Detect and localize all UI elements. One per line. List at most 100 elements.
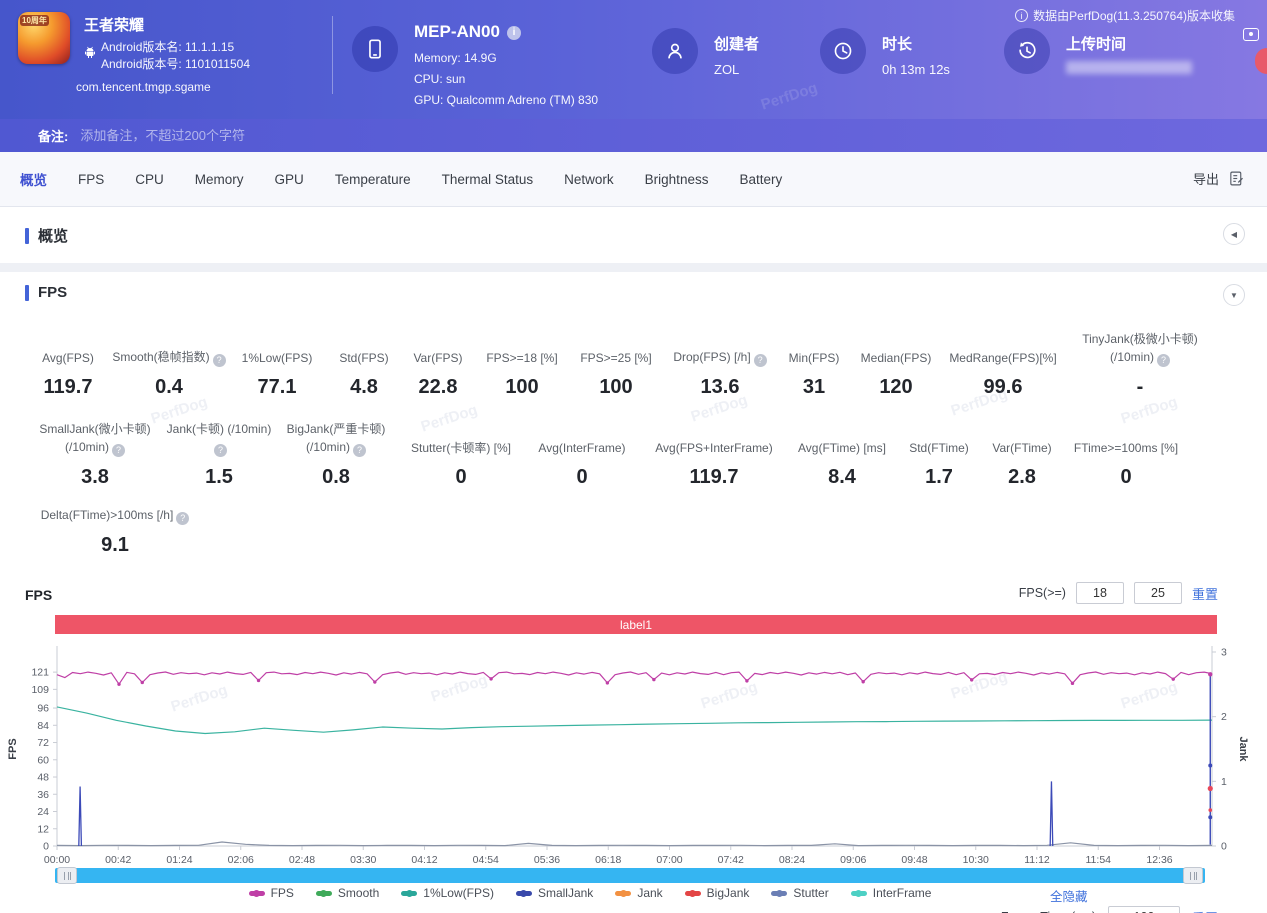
help-icon[interactable] — [176, 512, 189, 525]
legend-label: Jank — [637, 886, 662, 900]
chart-label-band[interactable]: label1 — [55, 615, 1217, 634]
metric-1pct-low: 1%Low(FPS)77.1 — [227, 349, 327, 399]
fps-metrics-row2: SmallJank(微小卡顿) (/10min)3.8 Jank(卡顿) (/1… — [25, 420, 1189, 489]
fps-chart-title: FPS — [25, 587, 52, 603]
upload-time-redacted — [1066, 61, 1192, 74]
ftime-threshold-input[interactable] — [1108, 906, 1180, 913]
overview-section: 概览 ◀ — [0, 207, 1267, 263]
fps-threshold-input-2[interactable] — [1134, 582, 1182, 604]
help-icon[interactable] — [214, 444, 227, 457]
metric-stutter: Stutter(卡顿率) [%]0 — [399, 439, 523, 489]
collect-version-note: 数据由PerfDog(11.3.250764)版本收集 — [1015, 7, 1235, 24]
legend-item-interframe[interactable]: InterFrame — [851, 886, 932, 900]
svg-text:FPS: FPS — [7, 738, 19, 759]
help-icon[interactable] — [1157, 354, 1170, 367]
legend-label: BigJank — [707, 886, 750, 900]
duration-value: 0h 13m 12s — [882, 62, 950, 77]
fps-metrics-row1: Avg(FPS)119.7 Smooth(稳帧指数)0.4 1%Low(FPS)… — [25, 330, 1215, 399]
legend-item-stutter[interactable]: Stutter — [771, 886, 828, 900]
svg-text:0: 0 — [43, 841, 49, 853]
svg-text:05:36: 05:36 — [534, 854, 560, 866]
tab-gpu[interactable]: GPU — [275, 172, 304, 187]
metric-var-ftime: Var(FTime)2.8 — [981, 439, 1063, 489]
fps-threshold-input-1[interactable] — [1076, 582, 1124, 604]
android-icon — [84, 46, 96, 64]
help-icon[interactable] — [754, 354, 767, 367]
tab-cpu[interactable]: CPU — [135, 172, 164, 187]
section-divider — [0, 263, 1267, 272]
fps-chart-canvas[interactable]: 012243648607284961091210123FPSJank00:000… — [0, 638, 1267, 870]
tab-network[interactable]: Network — [564, 172, 614, 187]
ftime-threshold-controls: Frame Time (ms) 重置 — [1001, 906, 1218, 913]
help-icon[interactable] — [112, 444, 125, 457]
svg-text:72: 72 — [37, 737, 49, 749]
tab-overview[interactable]: 概览 — [20, 169, 47, 189]
svg-text:3: 3 — [1221, 647, 1227, 659]
device-memory: Memory: 14.9G — [414, 51, 497, 65]
help-icon[interactable] — [213, 354, 226, 367]
export-button[interactable]: 导出 — [1193, 169, 1245, 188]
collapse-left-icon: ◀ — [1231, 230, 1237, 239]
tab-fps[interactable]: FPS — [78, 172, 104, 187]
legend-label: Smooth — [338, 886, 379, 900]
tab-brightness[interactable]: Brightness — [645, 172, 709, 187]
svg-text:07:00: 07:00 — [656, 854, 682, 866]
info-icon — [1015, 9, 1028, 22]
note-input[interactable] — [80, 128, 780, 143]
legend-item-bigjank[interactable]: BigJank — [685, 886, 750, 900]
android-version-code: Android版本号: 1101011504 — [101, 55, 250, 72]
hide-all-link[interactable]: 全隐藏 — [1050, 886, 1088, 905]
duration-icon — [820, 28, 866, 74]
svg-text:109: 109 — [31, 684, 49, 696]
heading-accent-bar — [25, 285, 29, 301]
metric-smalljank: SmallJank(微小卡顿) (/10min)3.8 — [25, 420, 165, 489]
export-label: 导出 — [1193, 169, 1219, 188]
upload-time-label: 上传时间 — [1066, 33, 1126, 54]
tab-thermal-status[interactable]: Thermal Status — [442, 172, 534, 187]
metric-avg-fps-interframe: Avg(FPS+InterFrame)119.7 — [641, 439, 787, 489]
tab-battery[interactable]: Battery — [739, 172, 782, 187]
svg-text:12: 12 — [37, 823, 49, 835]
svg-text:121: 121 — [31, 667, 49, 679]
creator-value: ZOL — [714, 62, 739, 77]
collect-version-text: 数据由PerfDog(11.3.250764)版本收集 — [1033, 7, 1235, 24]
svg-text:1: 1 — [1221, 776, 1227, 788]
svg-text:09:06: 09:06 — [840, 854, 866, 866]
tab-temperature[interactable]: Temperature — [335, 172, 411, 187]
legend-item-smooth[interactable]: Smooth — [316, 886, 379, 900]
device-info-icon[interactable] — [507, 26, 521, 40]
collapse-down-icon: ▼ — [1230, 291, 1238, 300]
fps-chart[interactable]: 012243648607284961091210123FPSJank00:000… — [0, 638, 1267, 870]
fps-heading: FPS — [25, 284, 67, 301]
svg-text:12:36: 12:36 — [1146, 854, 1172, 866]
chart-range-scrollbar[interactable] — [55, 868, 1205, 883]
overview-collapse-button[interactable]: ◀ — [1223, 223, 1245, 245]
tab-memory[interactable]: Memory — [195, 172, 244, 187]
legend-item-smalljank[interactable]: SmallJank — [516, 886, 593, 900]
svg-text:10:30: 10:30 — [963, 854, 989, 866]
legend-chip — [401, 891, 417, 896]
legend-label: InterFrame — [873, 886, 932, 900]
metric-var-fps: Var(FPS)22.8 — [401, 349, 475, 399]
svg-text:00:42: 00:42 — [105, 854, 131, 866]
legend-item-jank[interactable]: Jank — [615, 886, 662, 900]
legend-chip — [771, 891, 787, 896]
chart-legend: FPS Smooth 1%Low(FPS) SmallJank Jank Big… — [150, 886, 1030, 900]
edge-widget[interactable] — [1255, 48, 1267, 74]
legend-item-1pct-low[interactable]: 1%Low(FPS) — [401, 886, 494, 900]
fps-threshold-reset-link[interactable]: 重置 — [1192, 584, 1218, 603]
device-gpu: GPU: Qualcomm Adreno (TM) 830 — [414, 93, 598, 107]
screenshot-icon[interactable] — [1243, 28, 1259, 41]
range-grip-left[interactable] — [57, 867, 77, 884]
fps-title: FPS — [38, 284, 67, 301]
perfdog-report-page: { "header": { "app_title": "王者荣耀", "andr… — [0, 0, 1267, 913]
legend-item-fps[interactable]: FPS — [249, 886, 294, 900]
help-icon[interactable] — [353, 444, 366, 457]
svg-text:60: 60 — [37, 754, 49, 766]
fps-collapse-button[interactable]: ▼ — [1223, 284, 1245, 306]
ftime-reset-link[interactable]: 重置 — [1192, 908, 1218, 913]
heading-accent-bar — [25, 228, 29, 244]
metric-avg-ftime: Avg(FTime) [ms]8.4 — [787, 439, 897, 489]
range-grip-right[interactable] — [1183, 867, 1203, 884]
legend-label: FPS — [271, 886, 294, 900]
